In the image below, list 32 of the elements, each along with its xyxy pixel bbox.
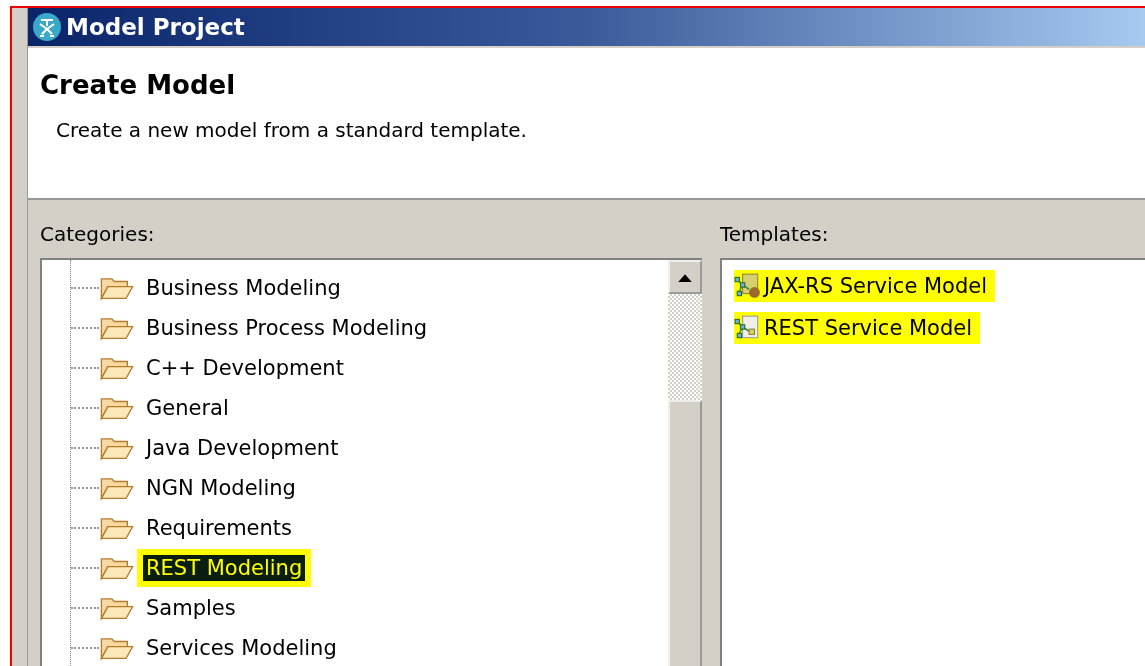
folder-icon [99,555,135,581]
templates-label: Templates: [720,221,830,248]
up-arrow-icon [678,272,692,282]
categories-label: Categories: [40,221,156,248]
model-file-icon [734,272,762,300]
category-item[interactable]: Business Process Modeling [143,315,431,341]
category-item[interactable]: Samples [143,595,239,621]
folder-icon [99,435,135,461]
scroll-up-button[interactable] [668,260,702,294]
folder-icon [99,315,135,341]
app-icon [32,12,62,42]
folder-icon [99,635,135,661]
folder-icon [99,275,135,301]
page-title: Create Model [40,70,237,100]
category-item[interactable]: General [143,395,232,421]
page-description: Create a new model from a standard template. [55,118,528,142]
template-item[interactable]: JAX-RS Service Model [734,270,996,302]
window-title: Model Project [66,14,245,40]
category-item[interactable]: Java Development [143,435,342,461]
category-item[interactable]: C++ Development [143,355,347,381]
category-item[interactable]: NGN Modeling [143,475,299,501]
folder-icon [99,475,135,501]
category-item[interactable]: Requirements [143,515,295,541]
folder-icon [99,595,135,621]
category-item[interactable]: Business Modeling [143,275,344,301]
folder-icon [99,395,135,421]
scroll-thumb[interactable] [668,400,702,666]
folder-icon [99,515,135,541]
scrollbar[interactable] [668,260,702,666]
template-item[interactable]: REST Service Model [734,312,981,344]
category-item[interactable]: Services Modeling [143,635,340,661]
folder-icon [99,355,135,381]
